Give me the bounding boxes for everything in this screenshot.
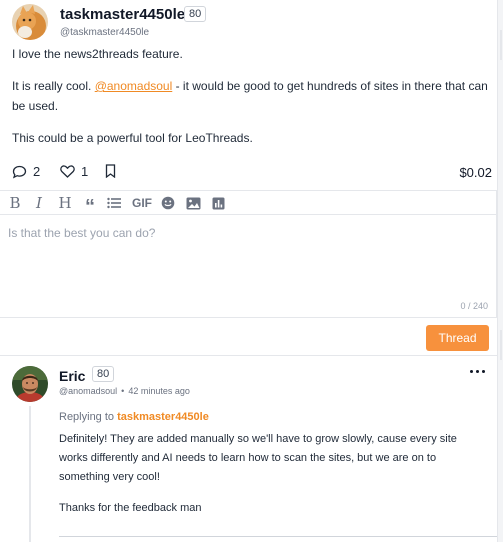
bookmark-button[interactable] [105,164,116,178]
mention-link[interactable]: @anomadsoul [95,79,173,93]
gif-button[interactable]: GIF [130,195,154,211]
comment-icon [12,165,27,179]
thread-submit-button[interactable]: Thread [426,325,489,351]
page-scrollbar[interactable] [497,0,503,542]
emoji-icon[interactable] [160,195,176,211]
post-header: taskmaster4450le 80 @taskmaster4450le [12,4,492,44]
post-paragraph: This could be a powerful tool for LeoThr… [12,131,253,145]
reply-paragraph: Thanks for the feedback man [59,502,202,514]
reply-divider [59,536,497,537]
replying-target-link[interactable]: taskmaster4450le [117,411,209,423]
reply-body: Definitely! They are added manually so w… [59,430,487,530]
reputation-badge: 80 [184,6,207,22]
meta-separator-dot: • [121,386,125,396]
scrollbar-tick [500,30,502,60]
eric-avatar[interactable] [12,366,48,402]
reply-textarea[interactable] [0,215,497,318]
replying-prefix: Replying to [59,411,118,423]
comment-button[interactable]: 2 [12,164,40,179]
list-icon[interactable] [106,195,122,211]
image-icon[interactable] [184,195,202,211]
reply-paragraph: Definitely! They are added manually so w… [59,433,457,483]
submit-bar: Thread [0,318,497,356]
post-text: It is really cool. [12,79,95,93]
reply-post: Eric 80 @anomadsoul • 42 minutes ago Rep… [0,356,497,542]
like-count: 1 [81,164,89,179]
reply-author-handle[interactable]: @anomadsoul [59,386,117,396]
more-options-icon[interactable] [470,370,485,373]
quote-icon[interactable]: “ [82,195,98,218]
reply-meta: @anomadsoul • 42 minutes ago [59,386,190,396]
scrollbar-tick [500,330,502,360]
heart-icon [60,165,75,178]
replying-to: Replying to taskmaster4450le [59,411,209,423]
bookmark-icon [105,164,116,178]
italic-icon[interactable]: I [32,194,46,212]
comment-count: 2 [33,164,41,179]
editor-toolbar: B I H “ GIF [0,191,497,218]
post-paragraph: It is really cool. @anomadsoul - it woul… [12,76,492,116]
heading-icon[interactable]: H [57,194,73,212]
post-author-handle[interactable]: @taskmaster4450le [60,27,149,38]
like-button[interactable]: 1 [60,164,88,179]
post-author-name[interactable]: taskmaster4450le [60,6,185,23]
poll-icon[interactable] [210,195,226,211]
reply-timestamp[interactable]: 42 minutes ago [128,386,190,396]
reply-editor: B I H “ GIF 0 / 240 [0,190,497,318]
post-body: I love the news2threads feature. It is r… [12,44,492,160]
post-paragraph: I love the news2threads feature. [12,47,183,61]
cat-avatar[interactable] [12,4,48,40]
post-actions: 2 1 $0.02 [12,164,492,184]
reputation-badge: 80 [92,366,115,382]
reply-author-name[interactable]: Eric [59,368,85,384]
thread-connector-line [29,406,31,542]
character-counter: 0 / 240 [460,301,488,311]
payout-value[interactable]: $0.02 [459,165,492,180]
bold-icon[interactable]: B [8,194,22,212]
